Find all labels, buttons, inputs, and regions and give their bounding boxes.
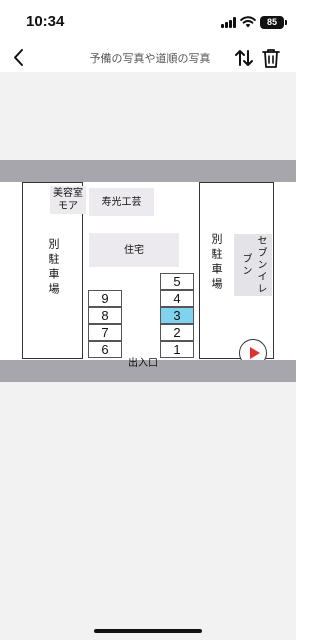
status-time: 10:34 bbox=[26, 13, 65, 30]
cellular-signal-icon bbox=[221, 17, 237, 28]
battery-icon: 85 bbox=[260, 16, 287, 29]
parking-spot-2: 2 bbox=[160, 324, 194, 341]
status-bar: 10:34 85 bbox=[0, 0, 296, 44]
parking-map-image[interactable]: 別駐車場 美容室モア 寿光工芸 住宅 別駐車場 セブンイレブン 5 4 3 2 … bbox=[0, 160, 296, 382]
chevron-left-icon bbox=[14, 49, 23, 66]
sort-arrows-icon bbox=[235, 50, 253, 66]
parking-spot-5: 5 bbox=[160, 273, 194, 290]
parking-spot-8: 8 bbox=[88, 307, 122, 324]
map-area: 別駐車場 美容室モア 寿光工芸 住宅 別駐車場 セブンイレブン 5 4 3 2 … bbox=[0, 182, 296, 367]
parking-spot-9: 9 bbox=[88, 290, 122, 307]
photo-viewer: 別駐車場 美容室モア 寿光工芸 住宅 別駐車場 セブンイレブン 5 4 3 2 … bbox=[0, 72, 296, 640]
delete-button[interactable] bbox=[260, 46, 282, 70]
back-button[interactable] bbox=[6, 44, 34, 72]
parking-spot-4: 4 bbox=[160, 290, 194, 307]
right-parking-lot-label: 別駐車場 bbox=[210, 233, 223, 293]
sort-button[interactable] bbox=[233, 46, 255, 70]
nav-bar: 予備の写真や道順の写真 bbox=[0, 44, 296, 72]
housing-label: 住宅 bbox=[89, 233, 179, 267]
wifi-icon bbox=[240, 16, 256, 28]
parking-spot-7: 7 bbox=[88, 324, 122, 341]
seven-eleven-box: セブンイレブン bbox=[234, 234, 272, 296]
trash-icon bbox=[262, 49, 280, 68]
home-indicator[interactable] bbox=[94, 629, 202, 633]
entrance-label: 出入口 bbox=[128, 358, 158, 369]
kotobuki-kogei-label: 寿光工芸 bbox=[89, 188, 154, 216]
page-title: 予備の写真や道順の写真 bbox=[89, 52, 211, 65]
parking-spot-3-highlighted: 3 bbox=[160, 307, 194, 324]
left-parking-lot-label: 別駐車場 bbox=[47, 238, 60, 298]
seven-eleven-label: セブンイレブン bbox=[240, 235, 266, 295]
beauty-salon-label: 美容室モア bbox=[50, 186, 86, 214]
road-top bbox=[0, 160, 296, 182]
